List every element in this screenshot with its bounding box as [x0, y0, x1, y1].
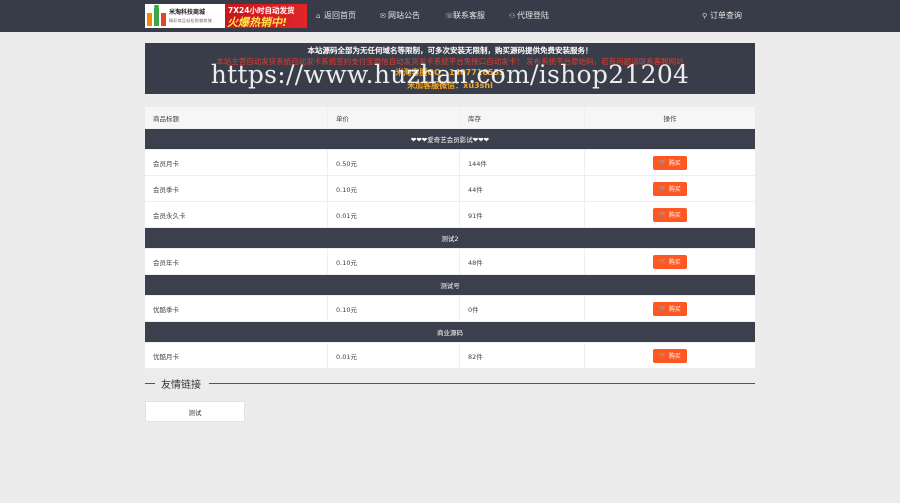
login-icon: ⚇ [509, 12, 516, 20]
buy-button[interactable]: 🛒 购买 [653, 348, 687, 363]
nav-agent-login[interactable]: ⚇ 代理登陆 [509, 0, 549, 32]
buy-button-label: 购买 [668, 212, 681, 219]
product-stock: 82件 [460, 343, 585, 368]
nav-home-label: 返回首页 [324, 11, 356, 20]
table-row: 优酷季卡 0.10元 0件 🛒 购买 [145, 296, 755, 322]
friend-links-heading: 友情链接 [145, 376, 755, 391]
cart-icon: 🛒 [659, 258, 667, 265]
logo-promo-block: 7X24小时自动发货 火爆热销中! [225, 4, 307, 29]
product-price: 0.10元 [328, 249, 460, 274]
product-title: 优酷季卡 [145, 296, 328, 321]
logo-slogan: 精彩商品轻松购物商城 [169, 18, 212, 23]
cart-icon: 🛒 [659, 211, 667, 218]
table-row: 会员季卡 0.10元 44件 🛒 购买 [145, 176, 755, 202]
product-price: 0.10元 [328, 296, 460, 321]
nav-home[interactable]: ⌂ 返回首页 [316, 0, 356, 32]
category-header: 测试号 [145, 275, 755, 296]
col-header-action: 操作 [663, 114, 677, 123]
product-price: 0.50元 [328, 150, 460, 175]
product-stock: 0件 [460, 296, 585, 321]
product-stock: 44件 [460, 176, 585, 201]
buy-button-label: 购买 [668, 160, 681, 167]
table-row: 会员永久卡 0.01元 91件 🛒 购买 [145, 202, 755, 228]
cart-icon: 🛒 [659, 305, 667, 312]
logo-name: 米淘科技商城 [169, 9, 206, 16]
announce-icon: ✉ [380, 12, 386, 20]
friend-link-item[interactable]: 测试 [145, 401, 245, 422]
product-price: 0.10元 [328, 176, 460, 201]
table-row: 会员月卡 0.50元 144件 🛒 购买 [145, 150, 755, 176]
nav-order-query-label: 订单查询 [710, 11, 742, 20]
category-header: 测试2 [145, 228, 755, 249]
table-row: 优酷月卡 0.01元 82件 🛒 购买 [145, 343, 755, 369]
buy-button[interactable]: 🛒 购买 [653, 254, 687, 269]
home-icon: ⌂ [316, 12, 321, 20]
buy-button-label: 购买 [668, 186, 681, 193]
nav-order-query[interactable]: ⚲ 订单查询 [702, 0, 742, 32]
nav-contact-service[interactable]: ☏联系客服 [445, 0, 485, 32]
service-icon: ☏ [445, 12, 454, 20]
buy-button[interactable]: 🛒 购买 [653, 181, 687, 196]
col-header-stock: 库存 [460, 107, 585, 128]
buy-button-label: 购买 [668, 353, 681, 360]
nav-contact-service-label: 联系客服 [453, 11, 485, 20]
friend-links-title: 友情链接 [161, 380, 201, 391]
product-title: 会员年卡 [145, 249, 328, 274]
nav-agent-login-label: 代理登陆 [517, 11, 549, 20]
col-header-price: 单价 [328, 107, 460, 128]
category-header: 商业源码 [145, 322, 755, 343]
buy-button-label: 购买 [668, 259, 681, 266]
buy-button[interactable]: 🛒 购买 [653, 155, 687, 170]
product-title: 会员永久卡 [145, 202, 328, 227]
cart-icon: 🛒 [659, 159, 667, 166]
logo-brand-block: 米淘科技商城 精彩商品轻松购物商城 [145, 4, 225, 28]
table-header-row: 商品标题 单价 库存 操作 [145, 107, 755, 129]
product-stock: 91件 [460, 202, 585, 227]
product-title: 优酷月卡 [145, 343, 328, 368]
product-title: 会员季卡 [145, 176, 328, 201]
product-price: 0.01元 [328, 343, 460, 368]
query-icon: ⚲ [702, 12, 708, 20]
top-navbar: 米淘科技商城 精彩商品轻松购物商城 7X24小时自动发货 火爆热销中! ⌂ 返回首… [0, 0, 900, 32]
col-header-title: 商品标题 [145, 107, 328, 128]
logo-mark-icon [146, 5, 166, 27]
watermark-url: https://www.huzhan.com/ishop21204 [210, 60, 690, 89]
product-title: 会员月卡 [145, 150, 328, 175]
buy-button[interactable]: 🛒 购买 [653, 301, 687, 316]
logo-promo-line2: 火爆热销中! [227, 16, 288, 29]
divider-line [209, 383, 755, 384]
cart-icon: 🛒 [659, 185, 667, 192]
banner-line-1: 本站源码全部为无任何域名等限制，可多次安装无限制，购买源码提供免费安装服务！ [307, 46, 593, 55]
table-row: 会员年卡 0.10元 48件 🛒 购买 [145, 249, 755, 275]
divider-line [145, 383, 155, 384]
product-price: 0.01元 [328, 202, 460, 227]
site-logo[interactable]: 米淘科技商城 精彩商品轻松购物商城 7X24小时自动发货 火爆热销中! [145, 4, 307, 29]
buy-button-label: 购买 [668, 306, 681, 313]
nav-announcement-label: 网站公告 [388, 11, 420, 20]
cart-icon: 🛒 [659, 352, 667, 359]
product-table: 商品标题 单价 库存 操作 ❤❤❤爱奇艺会员影试❤❤❤ 会员月卡 0.50元 1… [145, 107, 755, 369]
product-stock: 144件 [460, 150, 585, 175]
product-stock: 48件 [460, 249, 585, 274]
buy-button[interactable]: 🛒 购买 [653, 207, 687, 222]
nav-announcement[interactable]: ✉ 网站公告 [380, 0, 420, 32]
category-header: ❤❤❤爱奇艺会员影试❤❤❤ [145, 129, 755, 150]
